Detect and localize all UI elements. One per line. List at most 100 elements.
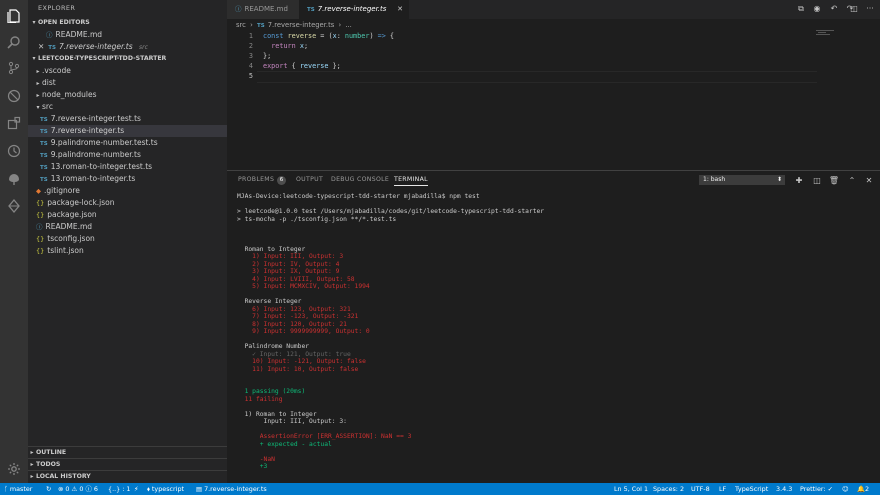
tree-item-file[interactable]: ⓘ README.md xyxy=(28,221,227,233)
terminal-output[interactable]: MJAs-Device:leetcode-typescript-tdd-star… xyxy=(227,193,880,484)
tab-label: 7.reverse-integer.ts xyxy=(317,5,387,13)
selection-status[interactable]: {..} : 1 xyxy=(108,483,130,495)
open-editors-label: OPEN EDITORS xyxy=(38,19,90,26)
close-panel-icon[interactable]: ✕ xyxy=(863,175,875,186)
tree-item-file[interactable]: TS 13.roman-to-integer.ts xyxy=(28,173,227,185)
info-icon: ⓘ xyxy=(85,485,92,493)
trash-icon[interactable]: 🗑 xyxy=(828,175,840,186)
tree-label: dist xyxy=(42,78,56,87)
tree-item-file[interactable]: TS 9.palindrome-number.ts xyxy=(28,149,227,161)
search-icon[interactable] xyxy=(4,32,24,52)
tab-terminal[interactable]: TERMINAL xyxy=(394,176,428,186)
problems-status[interactable]: ⊗ 0 ⚠ 0 ⓘ 6 xyxy=(58,483,98,495)
eol-status[interactable]: LF xyxy=(719,483,726,495)
deploy-icon[interactable] xyxy=(4,196,24,216)
close-icon[interactable]: ✕ xyxy=(397,0,403,19)
tree-item-file[interactable]: TS 7.reverse-integer.test.ts xyxy=(28,113,227,125)
tree-item-node-modules[interactable]: ▸ node_modules xyxy=(28,89,227,101)
breadcrumb-file[interactable]: 7.reverse-integer.ts xyxy=(268,21,335,29)
remote-icon[interactable] xyxy=(4,168,24,188)
error-icon: ⊗ xyxy=(58,485,64,493)
tab-debug-console[interactable]: DEBUG CONSOLE xyxy=(331,176,389,183)
maximize-panel-icon[interactable]: ⌃ xyxy=(846,175,858,186)
compare-icon[interactable]: ◉ xyxy=(811,3,823,15)
notification-count: 2 xyxy=(864,485,870,493)
file-status[interactable]: ▤ 7.reverse-integer.ts xyxy=(196,483,267,495)
terminal-line: 9) Input: 9999999999, Output: 0 xyxy=(237,328,370,335)
go-back-icon[interactable]: ↶ xyxy=(828,3,840,15)
tree-item-dist[interactable]: ▸ dist xyxy=(28,77,227,89)
tree-label: 9.palindrome-number.test.ts xyxy=(50,138,158,147)
tree-item-file[interactable]: {} tsconfig.json xyxy=(28,233,227,245)
tree-item-src[interactable]: ▾ src xyxy=(28,101,227,113)
settings-gear-icon[interactable] xyxy=(4,459,24,479)
sync-icon[interactable]: ↻ xyxy=(46,483,51,495)
tree-label: 13.roman-to-integer.ts xyxy=(50,174,136,183)
open-changes-icon[interactable]: ⧉ xyxy=(795,3,807,15)
local-history-label: LOCAL HISTORY xyxy=(36,473,91,480)
chevron-right-icon: › xyxy=(250,21,253,29)
current-line-highlight xyxy=(257,71,817,83)
tree-item-file[interactable]: TS 9.palindrome-number.test.ts xyxy=(28,137,227,149)
code-line: }; xyxy=(263,52,272,60)
open-editor-item-active[interactable]: ✕ TS 7.reverse-integer.ts src xyxy=(28,41,227,53)
typescript-icon: TS xyxy=(40,177,48,183)
split-icon[interactable]: ◫ xyxy=(848,3,860,15)
tree-label: tslint.json xyxy=(47,246,84,255)
add-terminal-icon[interactable]: ✚ xyxy=(793,175,805,186)
terminal-line: MJAs-Device:leetcode-typescript-tdd-star… xyxy=(237,193,480,200)
extensions-icon[interactable] xyxy=(4,113,24,133)
debug-icon[interactable] xyxy=(4,86,24,106)
source-control-icon[interactable] xyxy=(4,58,24,78)
problems-count-badge: 6 xyxy=(277,176,287,185)
tab-problems[interactable]: PROBLEMS 6 xyxy=(238,176,287,185)
indentation-status[interactable]: Spaces: 2 xyxy=(653,483,684,495)
encoding-status[interactable]: UTF-8 xyxy=(691,483,710,495)
feedback-icon[interactable]: ☺ xyxy=(842,483,849,495)
close-icon[interactable]: ✕ xyxy=(38,42,44,51)
tree-item-file[interactable]: {} package-lock.json xyxy=(28,197,227,209)
cursor-position[interactable]: Ln 5, Col 1 xyxy=(614,483,648,495)
tab-label: OUTPUT xyxy=(296,176,324,183)
local-history-section[interactable]: ▸ LOCAL HISTORY xyxy=(28,470,227,483)
language-mode[interactable]: TypeScript xyxy=(735,483,768,495)
tab-output[interactable]: OUTPUT xyxy=(296,176,323,183)
terminal-select[interactable]: 1: bash ⬍ xyxy=(699,175,785,185)
more-actions-icon[interactable]: ··· xyxy=(864,3,876,15)
bell-icon: 🔔 xyxy=(857,485,865,493)
tree-label: node_modules xyxy=(42,90,97,99)
breadcrumb-more[interactable]: ... xyxy=(345,21,351,29)
terminal-line: 11 failing xyxy=(237,395,283,403)
code-editor[interactable]: 1 2 3 4 5 const reverse = (x: number) =>… xyxy=(227,31,880,169)
language-badge-label: typescript xyxy=(151,485,185,493)
todos-label: TODOS xyxy=(36,461,61,468)
lightning-icon[interactable]: ⚡ xyxy=(134,483,139,495)
open-editors-header[interactable]: ▾ OPEN EDITORS xyxy=(28,17,227,29)
tab-reverse-integer[interactable]: TS 7.reverse-integer.ts ✕ xyxy=(299,0,409,19)
timeline-icon[interactable] xyxy=(4,141,24,161)
tree-item-file[interactable]: {} tslint.json xyxy=(28,245,227,257)
file-status-label: 7.reverse-integer.ts xyxy=(204,485,267,493)
language-badge[interactable]: ⬧ typescript xyxy=(147,483,184,495)
explorer-icon[interactable] xyxy=(4,6,24,26)
split-terminal-icon[interactable]: ◫ xyxy=(811,175,823,186)
typescript-icon: TS xyxy=(48,45,57,51)
tab-readme[interactable]: ⓘ README.md xyxy=(227,0,307,19)
tree-item-file[interactable]: TS 13.roman-to-integer.test.ts xyxy=(28,161,227,173)
branch-status[interactable]: ᚴ master xyxy=(4,483,32,495)
typescript-icon: TS xyxy=(40,165,48,171)
tree-item-file[interactable]: ◆ .gitignore xyxy=(28,185,227,197)
tree-item-file-selected[interactable]: TS 7.reverse-integer.ts xyxy=(28,125,227,137)
line-number: 5 xyxy=(248,72,253,80)
breadcrumb-folder[interactable]: src xyxy=(236,21,246,29)
prettier-status[interactable]: Prettier: ✓ xyxy=(800,483,833,495)
ts-version[interactable]: 3.4.3 xyxy=(776,483,792,495)
bottom-panel: PROBLEMS 6 OUTPUT DEBUG CONSOLE TERMINAL … xyxy=(227,170,880,484)
folder-header[interactable]: ▾ LEETCODE-TYPESCRIPT-TDD-STARTER xyxy=(28,53,227,65)
tree-item-file[interactable]: {} package.json xyxy=(28,209,227,221)
notifications[interactable]: 🔔2 xyxy=(857,483,869,495)
tree-item-vscode[interactable]: ▸ .vscode xyxy=(28,65,227,77)
minimap[interactable] xyxy=(816,30,840,36)
open-editor-item[interactable]: ⓘ README.md xyxy=(28,29,227,41)
code-line: export { reverse }; xyxy=(263,62,341,70)
